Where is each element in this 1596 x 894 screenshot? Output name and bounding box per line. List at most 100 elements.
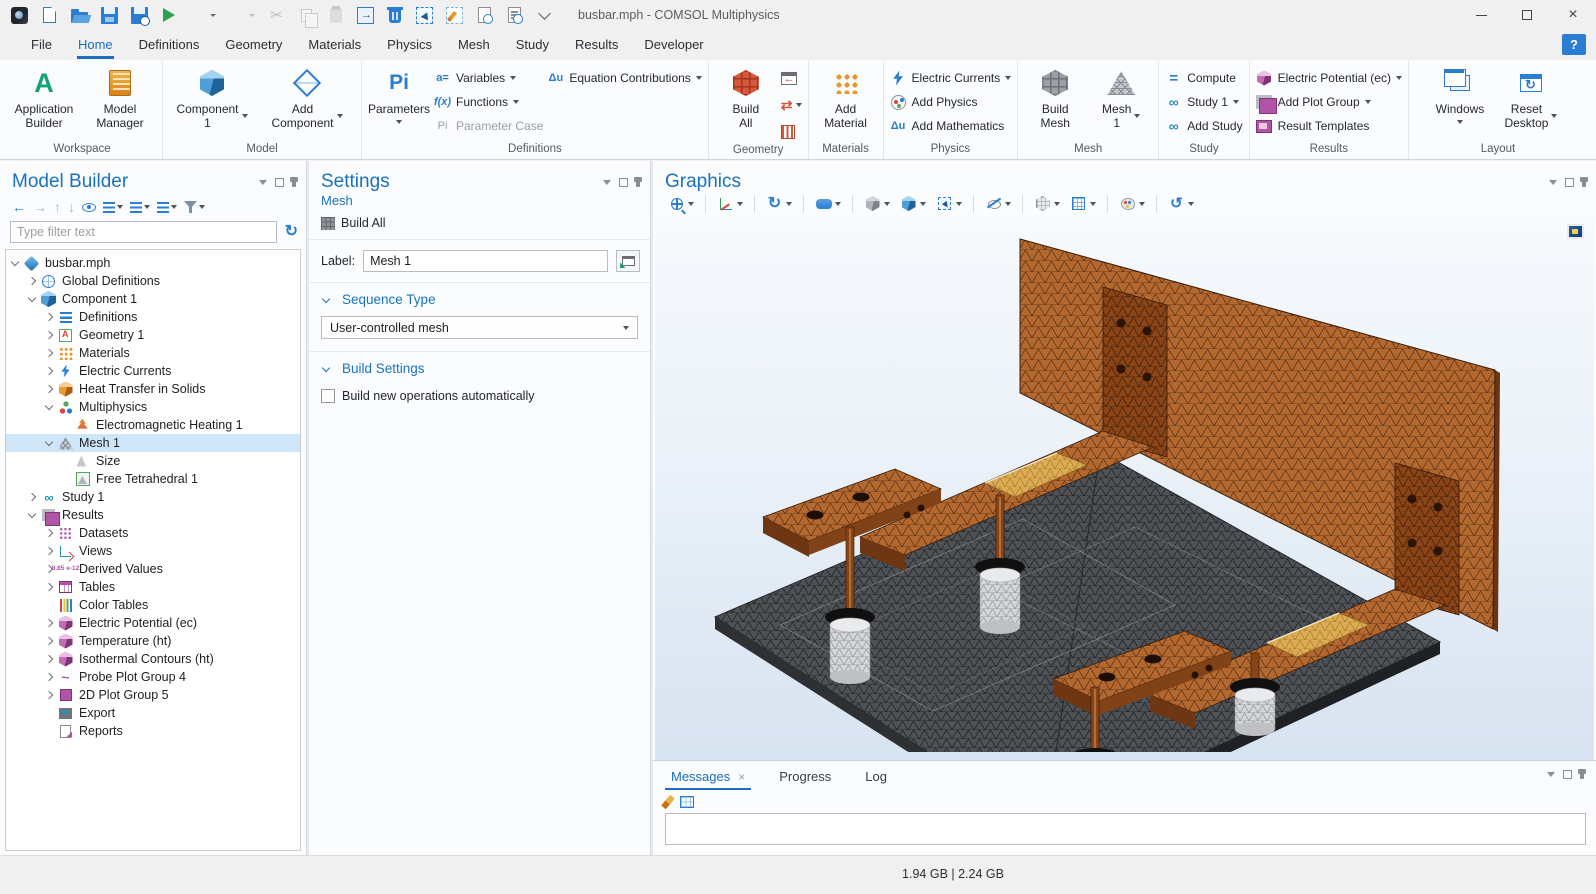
select-box-button[interactable] [413,5,436,26]
virtual-operations-button[interactable] [781,122,802,142]
save-button[interactable] [98,5,121,26]
select-boundaries-button[interactable] [897,193,929,214]
application-builder-button[interactable]: A Application Builder [8,66,80,131]
graphics-canvas[interactable] [655,217,1594,760]
move-down-button[interactable]: ↓ [68,199,75,215]
tree-expanded-chevron-icon[interactable] [11,258,19,266]
panel-menu-caret-icon[interactable] [1547,772,1555,777]
tree-expanded-chevron-icon[interactable] [45,438,53,446]
add-plot-group-button[interactable]: Add Plot Group [1256,92,1402,112]
menu-tab-materials[interactable]: Materials [295,31,374,59]
tree-collapsed-chevron-icon[interactable] [45,367,53,375]
compute-button[interactable]: = Compute [1165,68,1242,88]
tree-collapsed-chevron-icon[interactable] [28,277,36,285]
study-1-button[interactable]: ∞ Study 1 [1165,92,1242,112]
tree-item-definitions[interactable]: Definitions [6,308,300,326]
panel-pin-icon[interactable] [1580,769,1584,779]
tree-item-component-1[interactable]: Component 1 [6,290,300,308]
tree-item-results[interactable]: Results [6,506,300,524]
tree-item-global-definitions[interactable]: Global Definitions [6,272,300,290]
view-axes-button[interactable] [714,193,746,214]
tree-item-color-tables[interactable]: Color Tables [6,596,300,614]
menu-tab-home[interactable]: Home [65,31,126,59]
build-new-operations-checkbox[interactable] [321,389,335,403]
panel-menu-caret-icon[interactable] [603,180,611,185]
build-mesh-button[interactable]: Build Mesh [1024,66,1086,131]
tree-item-busbar-mph[interactable]: busbar.mph [6,254,300,272]
tree-item-electromagnetic-heating-1[interactable]: Electromagnetic Heating 1 [6,416,300,434]
help-button[interactable]: ? [1562,34,1586,55]
tab-progress[interactable]: Progress [773,765,837,790]
mesh-label-input[interactable] [363,250,608,272]
tree-collapsed-chevron-icon[interactable] [45,619,53,627]
replace-geometry-button[interactable]: ⇄ [781,95,802,115]
electric-potential-plot-button[interactable]: Electric Potential (ec) [1256,68,1402,88]
app-logo-button[interactable] [8,5,31,26]
add-physics-button[interactable]: Add Physics [890,92,1012,112]
menu-tab-file[interactable]: File [18,31,65,59]
tree-collapsed-chevron-icon[interactable] [45,331,53,339]
undo-button[interactable] [187,5,219,26]
tree-collapsed-chevron-icon[interactable] [45,637,53,645]
clear-messages-icon[interactable] [661,795,675,810]
tree-collapsed-chevron-icon[interactable] [45,529,53,537]
add-mathematics-button[interactable]: Δu Add Mathematics [890,116,1012,136]
delete-button[interactable] [384,5,406,25]
tree-item-size[interactable]: Size [6,452,300,470]
tree-item-temperature-ht[interactable]: Temperature (ht) [6,632,300,650]
minimize-button[interactable] [1458,0,1504,30]
tree-item-free-tetrahedral-1[interactable]: Free Tetrahedral 1 [6,470,300,488]
tree-item-electric-potential-ec[interactable]: Electric Potential (ec) [6,614,300,632]
build-all-geometry-button[interactable]: Build All [715,66,777,131]
tree-collapsed-chevron-icon[interactable] [45,583,53,591]
collapse-all-button[interactable] [130,202,150,213]
menu-tab-study[interactable]: Study [503,31,562,59]
build-settings-section-header[interactable]: Build Settings [309,352,650,383]
sequence-type-section-header[interactable]: Sequence Type [309,283,650,314]
tree-item-reports[interactable]: Reports [6,722,300,740]
menu-tab-geometry[interactable]: Geometry [212,31,295,59]
tab-log[interactable]: Log [859,765,893,790]
menu-tab-physics[interactable]: Physics [374,31,445,59]
mesh-grid-button[interactable] [1067,193,1099,214]
select-box-button[interactable] [933,193,965,214]
close-button[interactable]: × [1550,0,1596,30]
tree-item-datasets[interactable]: Datasets [6,524,300,542]
tree-item-derived-values[interactable]: 8.85 e-12Derived Values [6,560,300,578]
parameters-button[interactable]: Pi Parameters [368,66,430,124]
tree-expanded-chevron-icon[interactable] [28,294,36,302]
component-1-button[interactable]: Component 1 [169,66,255,131]
color-palette-button[interactable] [1116,193,1148,214]
tree-item-heat-transfer-in-solids[interactable]: Heat Transfer in Solids [6,380,300,398]
preferences-search-button[interactable] [503,5,526,25]
show-button[interactable] [82,203,96,212]
panel-menu-caret-icon[interactable] [1549,180,1557,185]
tree-collapsed-chevron-icon[interactable] [45,673,53,681]
panel-maximize-icon[interactable] [275,178,284,187]
node-text-button[interactable] [157,202,177,213]
rename-button[interactable] [616,250,640,272]
tree-collapsed-chevron-icon[interactable] [45,655,53,663]
tree-item-tables[interactable]: Tables [6,578,300,596]
go-forward-button[interactable]: → [33,199,47,215]
select-domains-button[interactable] [861,193,893,214]
model-manager-button[interactable]: Model Manager [84,66,156,131]
sequence-type-select[interactable]: User-controlled mesh [321,316,638,339]
hide-button[interactable] [982,193,1014,214]
close-tab-icon[interactable]: × [738,770,745,784]
expand-all-button[interactable] [103,202,123,213]
electric-currents-button[interactable]: Electric Currents [890,68,1012,88]
tree-item-mesh-1[interactable]: Mesh 1 [6,434,300,452]
equation-contributions-button[interactable]: Δu Equation Contributions [547,68,701,88]
panel-maximize-icon[interactable] [1565,178,1574,187]
run-button[interactable] [158,5,180,25]
tree-collapsed-chevron-icon[interactable] [45,349,53,357]
menu-tab-developer[interactable]: Developer [631,31,716,59]
tree-expanded-chevron-icon[interactable] [28,510,36,518]
tree-item-study-1[interactable]: ∞Study 1 [6,488,300,506]
customize-button[interactable] [533,5,556,26]
tree-item-electric-currents[interactable]: Electric Currents [6,362,300,380]
scene-light-button[interactable] [812,193,844,214]
tree-item-isothermal-contours-ht[interactable]: Isothermal Contours (ht) [6,650,300,668]
panel-maximize-icon[interactable] [619,178,628,187]
